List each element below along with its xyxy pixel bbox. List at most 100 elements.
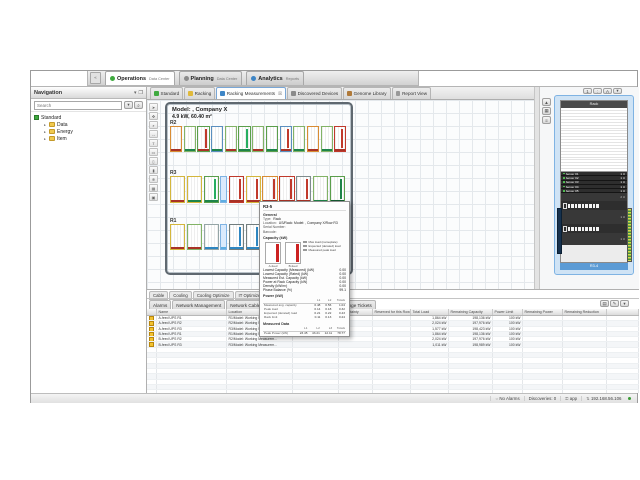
text-tool[interactable]: T [149, 139, 158, 147]
column-header[interactable]: Power Limit [493, 309, 523, 315]
rack[interactable] [293, 126, 305, 152]
table-cell [607, 348, 639, 352]
pdu-right-bar[interactable] [627, 208, 632, 262]
doc-tab-standard[interactable]: Standard [150, 87, 183, 99]
tree-node[interactable]: ▸Energy [43, 128, 146, 135]
column-header[interactable]: Total Load [411, 309, 449, 315]
rack[interactable] [197, 126, 209, 152]
edit-icon[interactable]: ✎ [610, 300, 619, 307]
rack[interactable] [238, 126, 250, 152]
rack[interactable] [279, 176, 294, 203]
rack[interactable] [246, 176, 261, 203]
wall-tool[interactable]: ▭ [149, 148, 158, 156]
measure-tool[interactable]: ↔ [149, 130, 158, 138]
rack[interactable] [211, 126, 223, 152]
grid-view-tool[interactable]: ▦ [542, 107, 551, 115]
tile-tool[interactable]: ▦ [149, 184, 158, 192]
rack[interactable] [334, 126, 346, 152]
rack[interactable] [229, 176, 244, 203]
rack[interactable] [296, 176, 311, 203]
rack[interactable] [187, 224, 202, 250]
status-item[interactable]: ⇅192.168.56.106 [581, 396, 625, 401]
rack[interactable] [220, 176, 227, 203]
move-up-tool[interactable]: ▲ [542, 98, 551, 106]
doc-tab-racking-measurements[interactable]: Racking Measurements☒ [216, 87, 286, 99]
menu-icon[interactable]: ▾ [134, 90, 137, 96]
zoom-tool[interactable]: ⌕ [149, 121, 158, 129]
status-item[interactable]: ○No Alarms [490, 396, 523, 401]
export-icon[interactable]: ▤ [600, 300, 609, 307]
status-item[interactable]: ⚿app [560, 396, 581, 401]
rack-elevation[interactable]: RackServer 011 UServer 021 UServer 031 U… [554, 95, 634, 275]
rack[interactable] [184, 126, 196, 152]
collapse-icon[interactable]: ❐ [139, 90, 143, 96]
camera-tool[interactable]: ▣ [149, 193, 158, 201]
patch-panel[interactable] [561, 224, 627, 233]
zoom-level-button[interactable]: 1 [583, 88, 592, 94]
search-input[interactable] [34, 101, 122, 110]
rack[interactable] [220, 224, 227, 250]
table-cell [449, 385, 493, 389]
rack[interactable] [187, 176, 202, 203]
analytics-icon [251, 76, 256, 81]
doc-tab-report-view[interactable]: Report View [392, 87, 431, 99]
select-tool[interactable]: ➤ [149, 103, 158, 111]
search-filter-button[interactable]: ▾ [124, 101, 133, 109]
main-tab-planning[interactable]: PlanningData Center [179, 71, 243, 85]
cooling-tool[interactable]: ❄ [149, 175, 158, 183]
pan-tool[interactable]: ✥ [149, 112, 158, 120]
table-cell: 1,864 kW [411, 316, 449, 320]
window-nav-button[interactable]: « [90, 72, 101, 84]
rack[interactable] [307, 126, 319, 152]
column-header[interactable] [147, 309, 157, 315]
rack[interactable] [280, 126, 292, 152]
patch-panel[interactable] [561, 201, 627, 210]
labels-button[interactable]: A [603, 88, 612, 94]
list-view-tool[interactable]: ≡ [542, 116, 551, 124]
main-tab-operations[interactable]: OperationsData Center [105, 71, 175, 85]
rack[interactable] [266, 126, 278, 152]
menu-icon[interactable]: ▾ [620, 300, 629, 307]
tree-node[interactable]: ▸Data [43, 121, 146, 128]
rack-tool[interactable]: ▯ [149, 157, 158, 165]
rack[interactable] [170, 126, 182, 152]
doc-tab-discovered-devices[interactable]: Discovered Devices [287, 87, 342, 99]
view-options-button[interactable]: ▾ [613, 88, 622, 94]
capacity-chart: B-feed [285, 242, 301, 268]
rack[interactable] [252, 126, 264, 152]
rack[interactable] [225, 126, 237, 152]
main-tab-analytics[interactable]: AnalyticsReports [246, 71, 304, 85]
column-header[interactable]: Name [157, 309, 227, 315]
column-header[interactable]: Reserved for this Row [373, 309, 411, 315]
fit-view-button[interactable]: : [593, 88, 602, 94]
status-item[interactable]: Discoveries: 0 [524, 396, 561, 401]
column-header[interactable] [607, 309, 639, 315]
column-header[interactable]: Remaining Reduction [563, 309, 607, 315]
close-icon[interactable]: ☒ [278, 91, 282, 97]
tree-node[interactable]: ▸Item [43, 135, 146, 142]
table-cell [293, 364, 339, 368]
doc-tab-racking[interactable]: Racking [184, 87, 215, 99]
rack[interactable] [170, 224, 185, 250]
expand-arrow-icon[interactable]: ▸ [43, 137, 47, 141]
column-header[interactable]: Remaining Power [523, 309, 563, 315]
tree-node-root[interactable]: Standard [34, 114, 146, 121]
rack-load-bar [253, 149, 263, 152]
server-unit[interactable]: Server 051 U [561, 189, 627, 193]
pdu-left-bar[interactable] [557, 208, 562, 254]
pdu-tool[interactable]: ▮ [149, 166, 158, 174]
doc-tab-genome-library[interactable]: Genome Library [343, 87, 390, 99]
rack[interactable] [313, 176, 328, 203]
table-cell [157, 374, 227, 378]
rack[interactable] [170, 176, 185, 203]
rack[interactable] [229, 224, 244, 250]
rack[interactable] [204, 224, 219, 250]
rack[interactable] [321, 126, 333, 152]
expand-arrow-icon[interactable]: ▸ [43, 123, 47, 127]
rack[interactable] [262, 176, 277, 203]
expand-arrow-icon[interactable]: ▸ [43, 130, 47, 134]
search-go-button[interactable]: ⌕ [134, 101, 143, 109]
column-header[interactable]: Remaining Capacity [449, 309, 493, 315]
rack[interactable] [330, 176, 345, 203]
rack[interactable] [204, 176, 219, 203]
